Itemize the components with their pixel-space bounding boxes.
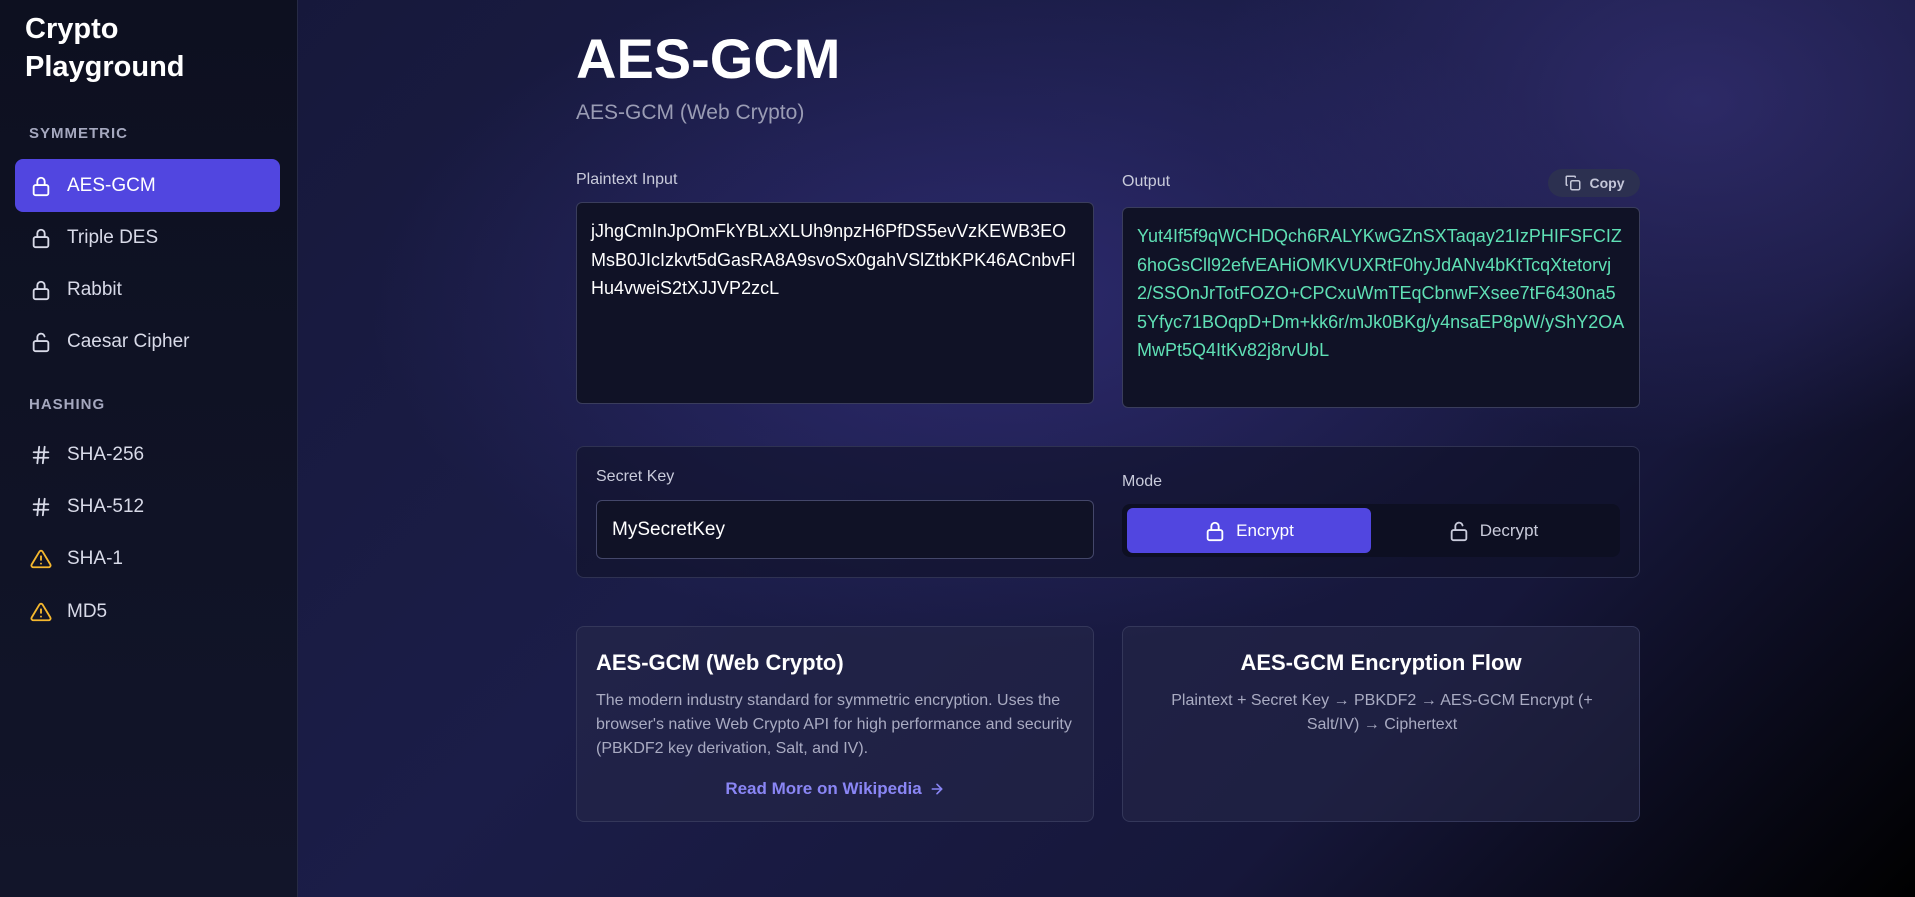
lock-icon xyxy=(30,175,52,197)
encrypt-button-label: Encrypt xyxy=(1236,520,1294,540)
sidebar-item-sha-1[interactable]: SHA-1 xyxy=(15,532,280,585)
sidebar-item-label: MD5 xyxy=(67,600,108,622)
hash-icon xyxy=(30,496,52,518)
output-field[interactable]: Yut4If5f9qWCHDQch6RALYKwGZnSXTaqay21IzPH… xyxy=(1122,207,1640,408)
secret-key-label: Secret Key xyxy=(596,468,675,485)
sidebar-item-caesar-cipher[interactable]: Caesar Cipher xyxy=(15,315,280,368)
copy-icon xyxy=(1565,175,1580,191)
section-label-symmetric: SYMMETRIC xyxy=(29,125,128,142)
page-title: AES-GCM xyxy=(576,27,841,90)
flow-card-title: AES-GCM Encryption Flow xyxy=(1240,650,1522,675)
unlock-icon xyxy=(30,331,52,353)
sidebar-item-label: SHA-256 xyxy=(67,443,145,465)
info-card-title: AES-GCM (Web Crypto) xyxy=(596,650,844,675)
sidebar-item-label: Caesar Cipher xyxy=(67,330,190,352)
sidebar-item-md5[interactable]: MD5 xyxy=(15,585,280,638)
mode-toggle: Encrypt Decrypt xyxy=(1122,504,1620,557)
encryption-flow-card: AES-GCM Encryption Flow Plaintext + Secr… xyxy=(1122,626,1640,822)
wikipedia-link-label: Read More on Wikipedia xyxy=(725,779,922,798)
lock-icon xyxy=(30,279,52,301)
flow-card-description: Plaintext + Secret Key → PBKDF2 → AES-GC… xyxy=(1171,692,1593,733)
wikipedia-link[interactable]: Read More on Wikipedia xyxy=(577,779,1093,799)
unlock-icon xyxy=(1450,521,1467,541)
sidebar-item-aes-gcm[interactable]: AES-GCM xyxy=(15,159,280,212)
sidebar-item-sha-256[interactable]: SHA-256 xyxy=(15,428,280,481)
sidebar-item-sha-512[interactable]: SHA-512 xyxy=(15,480,280,533)
sidebar-item-label: Triple DES xyxy=(67,226,159,248)
warning-icon xyxy=(30,601,52,623)
lock-icon xyxy=(30,227,52,249)
copy-button-label: Copy xyxy=(1589,175,1625,191)
plaintext-label: Plaintext Input xyxy=(576,171,678,188)
sidebar: Crypto Playground SYMMETRIC AES-GCM Trip… xyxy=(0,0,298,897)
app-title: Crypto Playground xyxy=(25,13,185,83)
decrypt-button-label: Decrypt xyxy=(1479,520,1539,540)
algorithm-info-card: AES-GCM (Web Crypto) The modern industry… xyxy=(576,626,1094,822)
mode-label: Mode xyxy=(1122,473,1163,490)
secret-key-input[interactable] xyxy=(596,500,1094,559)
sidebar-item-label: SHA-512 xyxy=(67,495,145,517)
sidebar-item-label: SHA-1 xyxy=(67,547,123,569)
info-card-description: The modern industry standard for symmetr… xyxy=(596,692,1072,757)
sidebar-item-label: Rabbit xyxy=(67,278,122,300)
section-label-hashing: HASHING xyxy=(29,396,106,413)
plaintext-input[interactable]: jJhgCmInJpOmFkYBLxXLUh9npzH6PfDS5evVzKEW… xyxy=(576,202,1094,404)
hash-icon xyxy=(30,444,52,466)
decrypt-button[interactable]: Decrypt xyxy=(1371,508,1615,553)
arrow-right-icon xyxy=(931,783,943,795)
page-subtitle: AES-GCM (Web Crypto) xyxy=(576,101,805,124)
sidebar-item-triple-des[interactable]: Triple DES xyxy=(15,211,280,264)
encrypt-button[interactable]: Encrypt xyxy=(1127,508,1371,553)
output-label: Output xyxy=(1122,173,1171,190)
sidebar-item-label: AES-GCM xyxy=(67,174,156,196)
warning-icon xyxy=(30,548,52,570)
copy-button[interactable]: Copy xyxy=(1548,169,1640,197)
sidebar-item-rabbit[interactable]: Rabbit xyxy=(15,263,280,316)
lock-icon xyxy=(1206,521,1224,541)
